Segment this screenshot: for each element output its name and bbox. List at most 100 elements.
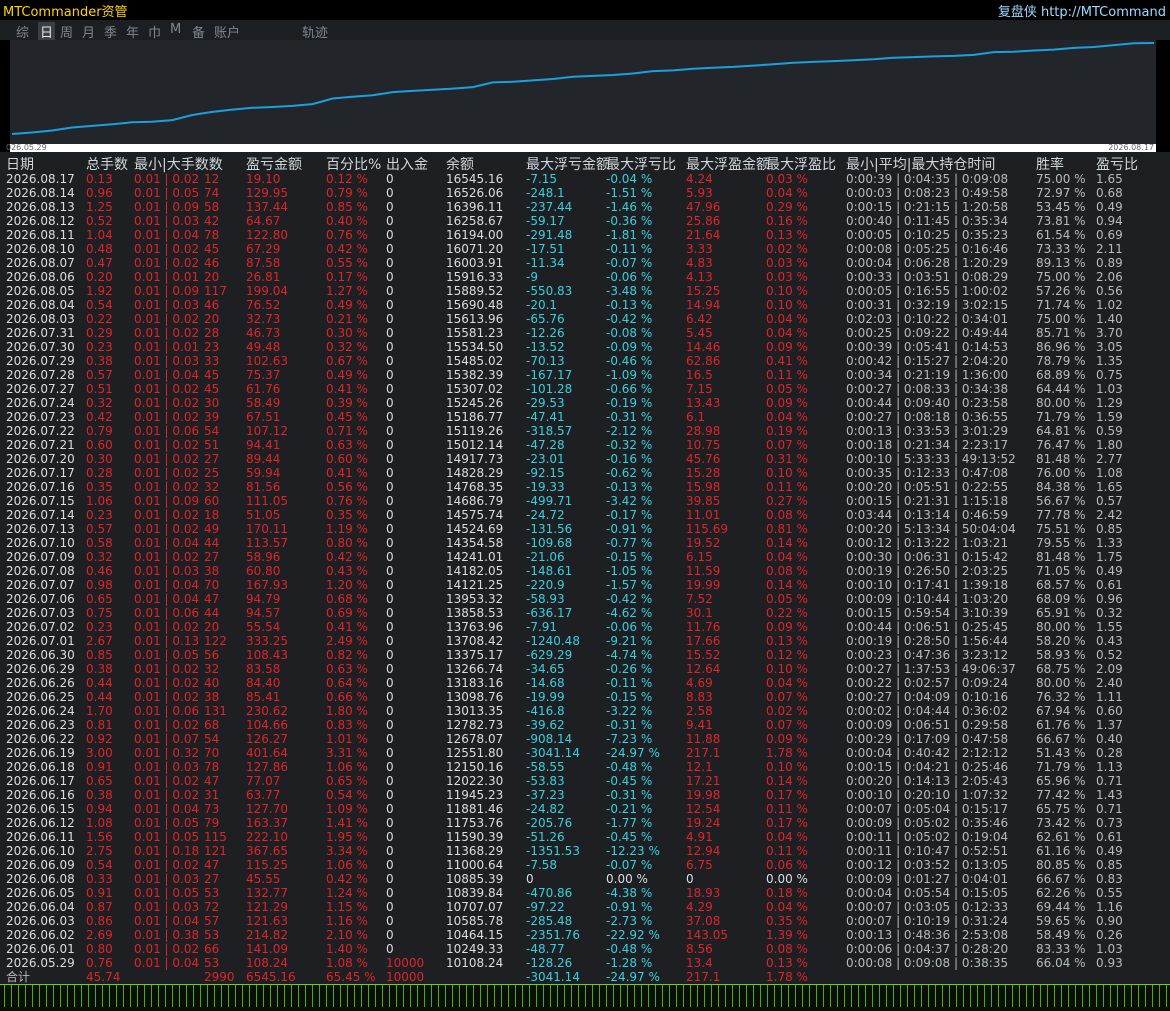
table-row[interactable]: 2026.07.22 0.79 0.01 | 0.06 54 107.12 0.71 % 0… — [0, 424, 1170, 438]
header-cell[interactable]: 出入金 — [386, 154, 428, 174]
table-row[interactable]: 2026.08.04 0.54 0.01 | 0.03 46 76.52 0.49 % 0 1… — [0, 298, 1170, 312]
cell: 1.37 — [1096, 718, 1123, 732]
table-row[interactable]: 2026.07.13 0.57 0.01 | 0.02 49 170.11 1.19 % 0… — [0, 522, 1170, 536]
cell: 0.01 | 0.07 — [134, 732, 200, 746]
table-row[interactable]: 2026.07.14 0.23 0.01 | 0.02 18 51.05 0.35 % 0 1… — [0, 508, 1170, 522]
table-row[interactable]: 2026.06.09 0.54 0.01 | 0.02 47 115.25 1.06 % 0… — [0, 858, 1170, 872]
header-cell[interactable]: 总手数 — [86, 154, 128, 174]
tab-7[interactable]: M — [170, 22, 181, 37]
table-row[interactable]: 2026.06.02 2.69 0.01 | 0.38 53 214.82 2.10 % 0… — [0, 928, 1170, 942]
tab-0[interactable]: 综 — [16, 22, 29, 41]
table-row[interactable]: 2026.08.10 0.48 0.01 | 0.02 45 67.29 0.42 % 0 1… — [0, 242, 1170, 256]
cell: 137.44 — [246, 200, 288, 214]
header-cell[interactable]: 最大浮亏比 — [606, 154, 676, 174]
table-row[interactable]: 2026.07.03 0.75 0.01 | 0.06 44 94.57 0.69 % 0 1… — [0, 606, 1170, 620]
header-cell[interactable]: 最小|平均|最大持仓时间 — [846, 154, 995, 174]
header-cell[interactable]: 最大浮亏金额 — [526, 154, 610, 174]
cell: 15613.96 — [446, 312, 504, 326]
cell: 1.24 % — [326, 886, 368, 900]
header-cell[interactable]: 最大浮盈比 — [766, 154, 836, 174]
tab-5[interactable]: 年 — [126, 22, 139, 41]
table-row[interactable]: 2026.06.17 0.65 0.01 | 0.02 47 77.07 0.65 % 0 1… — [0, 774, 1170, 788]
cell: 46 — [204, 298, 220, 312]
timeline-scrollbar[interactable] — [0, 984, 1170, 1011]
brand-link[interactable]: 复盘侠 http://MTCommand — [998, 1, 1166, 20]
table-row[interactable]: 2026.07.02 0.23 0.01 | 0.02 20 55.54 0.41 % 0 1… — [0, 620, 1170, 634]
header-cell[interactable]: 最小|大手数数 — [134, 154, 223, 174]
table-row[interactable]: 2026.07.23 0.42 0.01 | 0.02 39 67.51 0.45 % 0 1… — [0, 410, 1170, 424]
table-row[interactable]: 2026.07.29 0.38 0.01 | 0.03 33 102.63 0.67 % 0… — [0, 354, 1170, 368]
table-row[interactable]: 2026.06.04 0.87 0.01 | 0.03 72 121.29 1.15 % 0… — [0, 900, 1170, 914]
table-row[interactable]: 2026.07.30 0.23 0.01 | 0.01 23 49.48 0.32 % 0 1… — [0, 340, 1170, 354]
table-row[interactable]: 2026.06.26 0.44 0.01 | 0.02 40 84.40 0.64 % 0 1… — [0, 676, 1170, 690]
table-row[interactable]: 2026.07.27 0.51 0.01 | 0.02 45 61.76 0.41 % 0 1… — [0, 382, 1170, 396]
header-cell[interactable]: 最大浮盈金额 — [686, 154, 770, 174]
table-row[interactable]: 2026.08.05 1.92 0.01 | 0.09 117 199.04 1.27 %… — [0, 284, 1170, 298]
header-cell[interactable]: 余额 — [446, 154, 474, 174]
table-row[interactable]: 2026.07.10 0.58 0.01 | 0.04 44 113.57 0.80 % 0… — [0, 536, 1170, 550]
table-row[interactable]: 2026.05.29 0.76 0.01 | 0.04 53 108.24 1.08 % 1… — [0, 956, 1170, 970]
timeline-tick — [774, 985, 775, 1007]
tab-1[interactable]: 日 — [38, 22, 56, 41]
cell: 2026.05.29 — [6, 956, 75, 970]
header-cell[interactable]: 日期 — [6, 154, 34, 174]
table-row[interactable]: 2026.06.16 0.38 0.01 | 0.02 31 63.77 0.54 % 0 1… — [0, 788, 1170, 802]
header-cell[interactable]: 盈亏比 — [1096, 154, 1138, 174]
table-row[interactable]: 2026.06.19 3.00 0.01 | 0.32 70 401.64 3.31 % 0… — [0, 746, 1170, 760]
tab-8[interactable]: 备 — [192, 22, 205, 41]
timeline-tick — [648, 985, 649, 1007]
tab-10[interactable]: 轨迹 — [302, 22, 328, 41]
table-row[interactable]: 2026.08.03 0.22 0.01 | 0.02 20 32.73 0.21 % 0 1… — [0, 312, 1170, 326]
table-row[interactable]: 2026.06.01 0.80 0.01 | 0.02 66 141.09 1.40 % 0… — [0, 942, 1170, 956]
table-row[interactable]: 2026.07.06 0.65 0.01 | 0.04 47 94.79 0.68 % 0 1… — [0, 592, 1170, 606]
tab-9[interactable]: 账户 — [214, 22, 240, 41]
cell: 59.94 — [246, 466, 281, 480]
cell: 0.10 % — [766, 284, 808, 298]
table-row[interactable]: 2026.06.11 1.56 0.01 | 0.05 115 222.10 1.95 %… — [0, 830, 1170, 844]
table-row[interactable]: 2026.07.15 1.06 0.01 | 0.09 60 111.05 0.76 % 0… — [0, 494, 1170, 508]
table-row[interactable]: 2026.07.28 0.57 0.01 | 0.04 45 75.37 0.49 % 0 1… — [0, 368, 1170, 382]
table-row[interactable]: 2026.08.11 1.04 0.01 | 0.04 78 122.80 0.76 % 0… — [0, 228, 1170, 242]
table-row[interactable]: 2026.07.17 0.28 0.01 | 0.02 25 59.94 0.41 % 0 1… — [0, 466, 1170, 480]
table-row[interactable]: 2026.06.18 0.91 0.01 | 0.03 78 127.86 1.06 % 0… — [0, 760, 1170, 774]
cell: 0.01 | 0.02 — [134, 256, 200, 270]
header-cell[interactable]: 胜率 — [1036, 154, 1064, 174]
table-row[interactable]: 2026.06.03 0.86 0.01 | 0.04 57 121.63 1.16 % 0… — [0, 914, 1170, 928]
table-row[interactable]: 2026.06.10 2.75 0.01 | 0.18 121 367.65 3.34 %… — [0, 844, 1170, 858]
table-row[interactable]: 2026.08.07 0.47 0.01 | 0.02 46 87.58 0.55 % 0 1… — [0, 256, 1170, 270]
table-row[interactable]: 2026.06.25 0.44 0.01 | 0.02 38 85.41 0.66 % 0 1… — [0, 690, 1170, 704]
table-row[interactable]: 2026.06.05 0.91 0.01 | 0.05 53 132.77 1.24 % 0… — [0, 886, 1170, 900]
timeline-tick — [529, 985, 530, 1007]
table-row[interactable]: 2026.08.06 0.20 0.01 | 0.01 20 26.81 0.17 % 0 1… — [0, 270, 1170, 284]
table-row[interactable]: 2026.07.31 0.29 0.01 | 0.02 28 46.73 0.30 % 0 1… — [0, 326, 1170, 340]
table-row[interactable]: 2026.07.24 0.32 0.01 | 0.02 30 58.49 0.39 % 0 1… — [0, 396, 1170, 410]
tab-3[interactable]: 月 — [82, 22, 95, 41]
table-row[interactable]: 2026.06.30 0.85 0.01 | 0.05 56 108.43 0.82 % 0… — [0, 648, 1170, 662]
table-row[interactable]: 2026.06.15 0.94 0.01 | 0.04 73 127.70 1.09 % 0… — [0, 802, 1170, 816]
table-row[interactable]: 2026.07.08 0.46 0.01 | 0.03 38 60.80 0.43 % 0 1… — [0, 564, 1170, 578]
header-cell[interactable]: 百分比% — [326, 154, 381, 174]
tab-2[interactable]: 周 — [60, 22, 73, 41]
table-row[interactable]: 2026.06.24 1.70 0.01 | 0.06 131 230.62 1.80 %… — [0, 704, 1170, 718]
table-row[interactable]: 2026.07.21 0.60 0.01 | 0.02 51 94.41 0.63 % 0 1… — [0, 438, 1170, 452]
timeline-tick — [669, 985, 670, 1007]
header-cell[interactable]: 盈亏金额 — [246, 154, 302, 174]
table-row[interactable]: 2026.06.29 0.38 0.01 | 0.02 32 83.58 0.63 % 0 1… — [0, 662, 1170, 676]
table-row[interactable]: 2026.07.07 0.98 0.01 | 0.04 70 167.93 1.20 % 0… — [0, 578, 1170, 592]
table-row[interactable]: 2026.06.08 0.33 0.01 | 0.03 27 45.55 0.42 % 0 1… — [0, 872, 1170, 886]
table-row[interactable]: 2026.07.09 0.32 0.01 | 0.02 27 58.96 0.42 % 0 1… — [0, 550, 1170, 564]
table-row[interactable]: 2026.06.22 0.92 0.01 | 0.07 54 126.27 1.01 % 0… — [0, 732, 1170, 746]
table-row[interactable]: 2026.08.12 0.52 0.01 | 0.03 42 64.67 0.40 % 0 1… — [0, 214, 1170, 228]
table-row[interactable]: 2026.06.12 1.08 0.01 | 0.05 79 163.37 1.41 % 0… — [0, 816, 1170, 830]
table-row[interactable]: 2026.08.14 0.96 0.01 | 0.05 74 129.95 0.79 % 0… — [0, 186, 1170, 200]
table-row[interactable]: 2026.07.01 2.67 0.01 | 0.13 122 333.25 2.49 %… — [0, 634, 1170, 648]
cell: 2026.07.21 — [6, 438, 75, 452]
table-row[interactable]: 2026.06.23 0.81 0.01 | 0.02 68 104.66 0.83 % 0… — [0, 718, 1170, 732]
cell: 0.01 | 0.02 — [134, 788, 200, 802]
tab-6[interactable]: 巾 — [148, 22, 161, 41]
table-row[interactable]: 2026.07.20 0.30 0.01 | 0.02 27 89.44 0.60 % 0 1… — [0, 452, 1170, 466]
table-row[interactable]: 2026.08.13 1.25 0.01 | 0.09 58 137.44 0.85 % 0… — [0, 200, 1170, 214]
table-row[interactable]: 2026.07.16 0.35 0.01 | 0.02 32 81.56 0.56 % 0 1… — [0, 480, 1170, 494]
tab-4[interactable]: 季 — [104, 22, 117, 41]
table-row[interactable]: 2026.08.17 0.13 0.01 | 0.02 12 19.10 0.12 % 0 1… — [0, 172, 1170, 186]
